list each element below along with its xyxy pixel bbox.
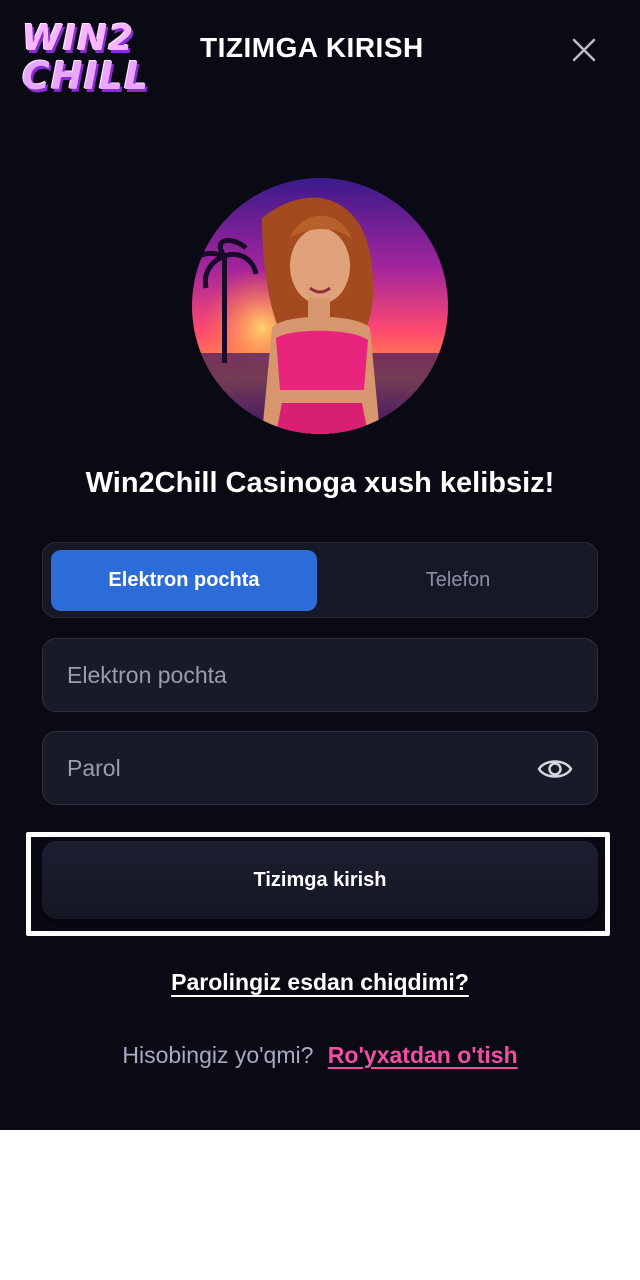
logo-line-1: WIN2: [22, 18, 135, 59]
welcome-heading: Win2Chill Casinoga xush kelibsiz!: [85, 467, 555, 499]
eye-icon: [537, 760, 573, 778]
email-input[interactable]: [43, 639, 597, 711]
avatar-image: [192, 178, 448, 434]
toggle-password-visibility[interactable]: [537, 752, 573, 786]
email-field-container: [42, 638, 598, 712]
register-row: Hisobingiz yo'qmi? Ro'yxatdan o'tish: [0, 1042, 640, 1069]
register-link[interactable]: Ro'yxatdan o'tish: [328, 1042, 518, 1068]
login-method-tabs: Elektron pochta Telefon: [42, 542, 598, 618]
forgot-password-link[interactable]: Parolingiz esdan chiqdimi?: [171, 969, 469, 995]
logo-line-2: CHILL: [22, 54, 150, 98]
brand-logo: WIN2 CHILL: [22, 18, 152, 98]
login-modal: WIN2 CHILL TIZIMGA KIRISH Win2Chill Casi…: [0, 0, 640, 1130]
no-account-text: Hisobingiz yo'qmi?: [122, 1042, 314, 1068]
tab-phone[interactable]: Telefon: [325, 550, 591, 611]
tab-email[interactable]: Elektron pochta: [51, 550, 317, 611]
close-icon: [572, 38, 596, 62]
login-button[interactable]: Tizimga kirish: [42, 841, 598, 919]
password-input[interactable]: [43, 732, 597, 804]
forgot-password-row: Parolingiz esdan chiqdimi?: [0, 969, 640, 996]
password-field-container: [42, 731, 598, 805]
close-button[interactable]: [566, 32, 602, 68]
modal-title: TIZIMGA KIRISH: [200, 32, 424, 63]
